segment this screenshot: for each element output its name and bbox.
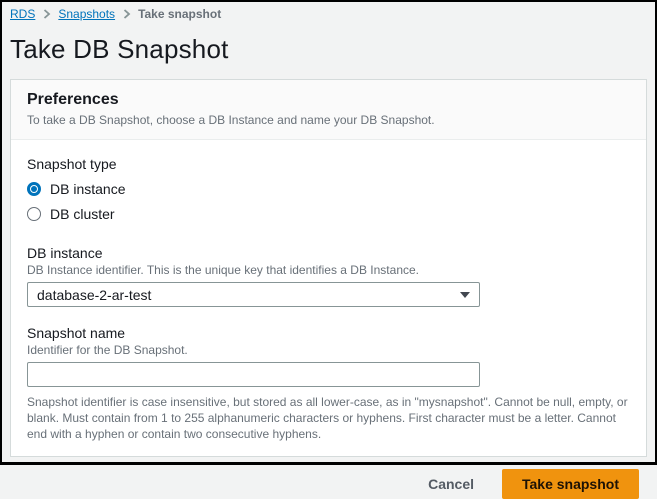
radio-unselected-icon[interactable] <box>27 207 41 221</box>
panel-body: Snapshot type DB instance DB cluster DB … <box>11 140 646 456</box>
breadcrumb-current: Take snapshot <box>138 7 221 21</box>
radio-option-db-instance[interactable]: DB instance <box>27 181 630 197</box>
take-snapshot-button[interactable]: Take snapshot <box>502 469 639 499</box>
panel-description: To take a DB Snapshot, choose a DB Insta… <box>27 113 630 127</box>
radio-option-label: DB instance <box>50 181 125 197</box>
db-instance-select[interactable]: database-2-ar-test <box>27 282 480 307</box>
db-instance-label: DB instance <box>27 245 630 261</box>
page: RDS Snapshots Take snapshot Take DB Snap… <box>2 2 655 499</box>
radio-option-db-cluster[interactable]: DB cluster <box>27 206 630 222</box>
panel-header: Preferences To take a DB Snapshot, choos… <box>11 80 646 140</box>
panel-title: Preferences <box>27 91 630 109</box>
snapshot-type-label: Snapshot type <box>27 156 630 172</box>
snapshot-name-constraint: Snapshot identifier is case insensitive,… <box>27 395 630 442</box>
radio-selected-icon[interactable] <box>27 182 41 196</box>
snapshot-type-radio-group: DB instance DB cluster <box>27 181 630 222</box>
db-instance-description: DB Instance identifier. This is the uniq… <box>27 263 630 277</box>
breadcrumb-link-snapshots[interactable]: Snapshots <box>58 7 115 21</box>
db-instance-selected-value: database-2-ar-test <box>37 287 151 303</box>
snapshot-name-label: Snapshot name <box>27 325 630 341</box>
page-title: Take DB Snapshot <box>10 34 647 65</box>
footer-actions: Cancel Take snapshot <box>10 469 647 499</box>
snapshot-name-description: Identifier for the DB Snapshot. <box>27 343 630 357</box>
cancel-button[interactable]: Cancel <box>418 470 484 498</box>
snapshot-name-field: Snapshot name Identifier for the DB Snap… <box>27 325 630 442</box>
preferences-panel: Preferences To take a DB Snapshot, choos… <box>10 79 647 457</box>
db-instance-field: DB instance DB Instance identifier. This… <box>27 245 630 307</box>
snapshot-name-input[interactable] <box>27 362 480 387</box>
breadcrumb-chevron-icon <box>42 9 51 19</box>
breadcrumb-link-rds[interactable]: RDS <box>10 7 35 21</box>
caret-down-icon <box>460 292 470 298</box>
radio-option-label: DB cluster <box>50 206 115 222</box>
breadcrumb: RDS Snapshots Take snapshot <box>10 7 647 21</box>
breadcrumb-chevron-icon <box>122 9 131 19</box>
